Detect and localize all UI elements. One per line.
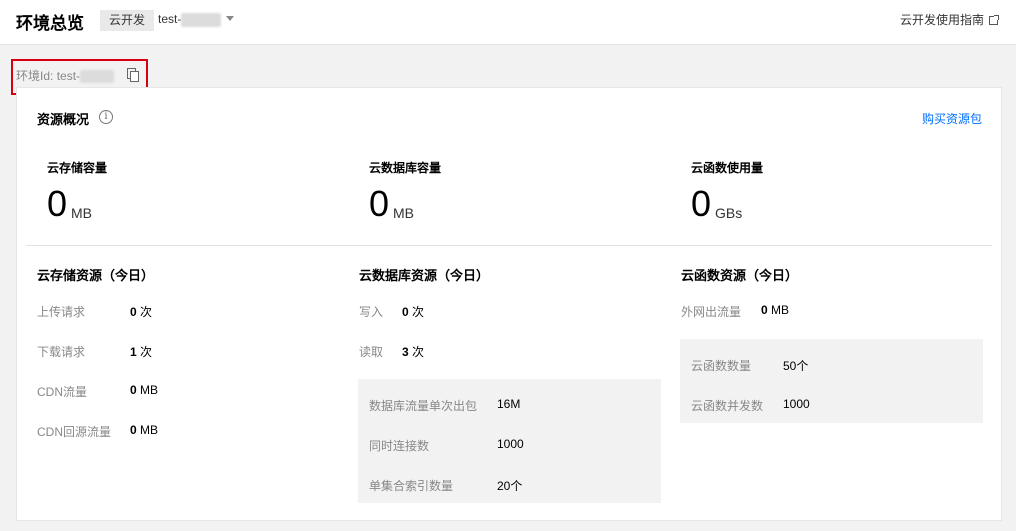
database-limit-value: 20个 [497,479,523,493]
database-row-label: 读取 [359,345,384,359]
resource-overview-card: 资源概况 i 购买资源包 云存储容量 0 MB 云数据库容量 0 MB 云函数使… [16,87,1002,521]
storage-row-value: 0 MB [130,423,159,437]
storage-row-label: 上传请求 [37,305,86,319]
database-limit-label: 数据库流量单次出包 [369,399,478,413]
database-limit-value: 16M [497,397,521,411]
card-title: 资源概况 [37,112,90,127]
database-limit-label: 单集合索引数量 [369,479,454,493]
page-title: 环境总览 [16,14,84,33]
metric-value-storage: 0 [47,183,68,224]
database-row-label: 写入 [359,305,384,319]
redacted-env-id-suffix [80,70,115,84]
storage-row-value: 0 MB [130,383,159,397]
storage-row-label: CDN流量 [37,385,87,399]
external-link-icon [989,15,999,25]
storage-row-value: 0 次 [130,305,153,319]
top-bar: 环境总览 云开发 test- 云开发使用指南 [0,0,1016,45]
guide-link-label: 云开发使用指南 [899,13,984,27]
metric-unit-database: MB [393,205,414,221]
functions-row-label: 外网出流量 [681,305,742,319]
database-section-title: 云数据库资源（今日） [359,268,490,283]
metric-unit-functions: GBs [715,205,743,221]
env-id: 环境Id: test- [16,67,115,84]
info-icon[interactable]: i [99,110,113,124]
storage-section-title: 云存储资源（今日） [37,268,155,283]
metric-value-functions: 0 [691,183,712,224]
metric-label-storage: 云存储容量 [47,161,108,175]
guide-link[interactable]: 云开发使用指南 [899,11,999,28]
database-limit-label: 同时连接数 [369,439,430,453]
redacted-env-suffix [181,12,222,27]
functions-limit-label: 云函数并发数 [691,399,764,413]
metric-label-functions: 云函数使用量 [691,161,764,175]
metric-value-database: 0 [369,183,390,224]
chevron-down-icon[interactable] [226,16,234,21]
database-limit-value: 1000 [497,437,524,451]
divider [26,245,992,246]
storage-row-label: 下载请求 [37,345,86,359]
env-type-tag: 云开发 [100,10,155,31]
env-selector[interactable]: test- [158,11,222,27]
metric-unit-storage: MB [71,205,92,221]
storage-row-label: CDN回源流量 [37,425,111,439]
copy-icon[interactable] [127,68,139,82]
functions-limit-value: 1000 [783,397,810,411]
env-id-label: 环境Id: [16,69,54,83]
database-row-value: 0 次 [402,305,425,319]
metric-label-database: 云数据库容量 [369,161,442,175]
storage-row-value: 1 次 [130,345,153,359]
functions-limit-label: 云函数数量 [691,359,752,373]
database-row-value: 3 次 [402,345,425,359]
buy-resource-pack-link[interactable]: 购买资源包 [922,110,982,127]
env-name-text: test- [158,12,182,26]
functions-section-title: 云函数资源（今日） [681,268,799,283]
env-id-value: test- [56,69,81,83]
functions-row-value: 0 MB [761,303,790,317]
functions-limit-value: 50个 [783,359,809,373]
